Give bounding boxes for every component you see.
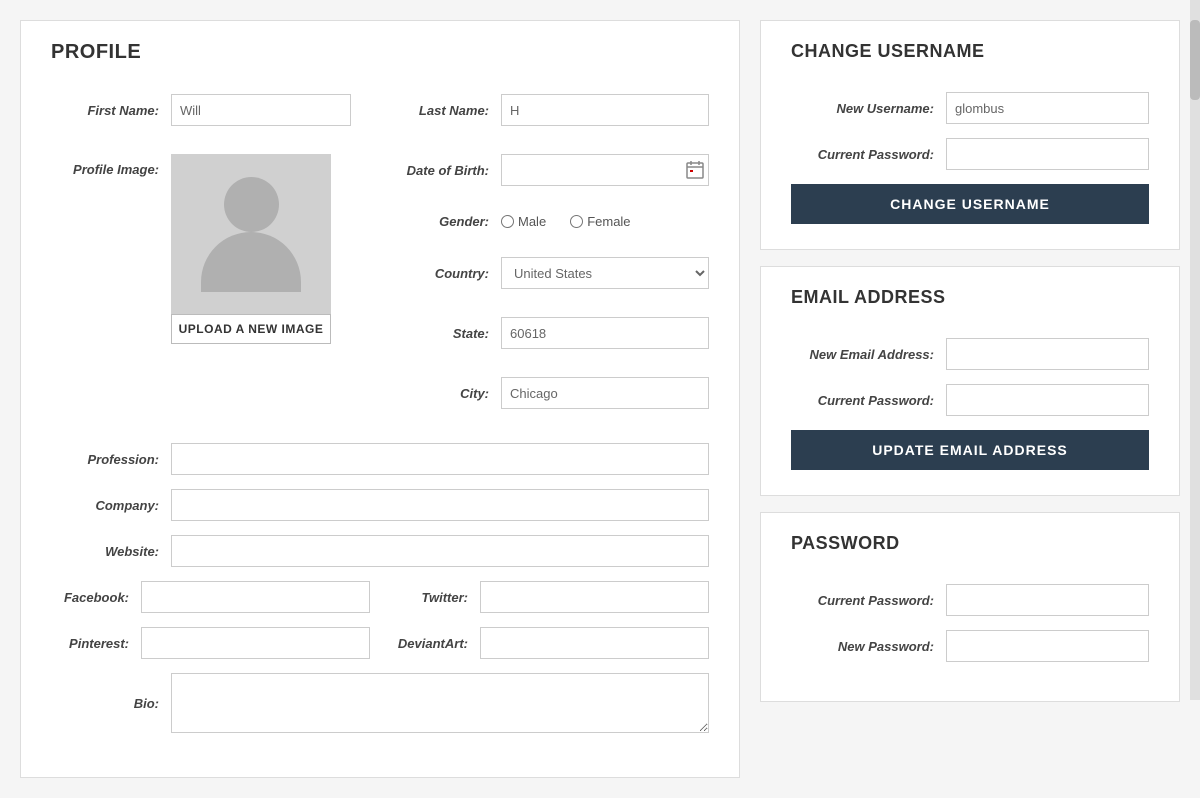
- pinterest-input[interactable]: [141, 627, 370, 659]
- deviantart-input[interactable]: [480, 627, 709, 659]
- dob-wrapper: [501, 154, 709, 186]
- profile-title: PROFILE: [51, 41, 709, 74]
- facebook-label: Facebook:: [51, 590, 141, 605]
- state-row: State:: [381, 317, 709, 349]
- first-name-row: First Name:: [51, 94, 351, 126]
- last-name-label: Last Name:: [381, 103, 501, 118]
- deviantart-label: DeviantArt:: [390, 636, 480, 651]
- email-address-title: EMAIL ADDRESS: [791, 287, 1149, 318]
- first-name-input[interactable]: [171, 94, 351, 126]
- profession-input[interactable]: [171, 443, 709, 475]
- last-name-input[interactable]: [501, 94, 709, 126]
- password-title: PASSWORD: [791, 533, 1149, 564]
- new-email-input[interactable]: [946, 338, 1149, 370]
- avatar-box: [171, 154, 331, 314]
- company-input[interactable]: [171, 489, 709, 521]
- new-email-label: New Email Address:: [791, 347, 946, 362]
- calendar-icon[interactable]: [685, 160, 705, 180]
- website-row: Website:: [51, 535, 709, 567]
- company-row: Company:: [51, 489, 709, 521]
- gender-row: Gender: Male Female: [381, 214, 709, 229]
- change-username-button[interactable]: CHANGE USERNAME: [791, 184, 1149, 224]
- right-panel: CHANGE USERNAME New Username: Current Pa…: [760, 20, 1180, 778]
- dob-label: Date of Birth:: [381, 163, 501, 178]
- gender-label: Gender:: [381, 214, 501, 229]
- gender-female-label: Female: [587, 214, 630, 229]
- avatar-body: [201, 232, 301, 292]
- social-row-1: Facebook: Twitter:: [51, 581, 709, 613]
- password-current-input[interactable]: [946, 584, 1149, 616]
- password-new-input[interactable]: [946, 630, 1149, 662]
- gender-female-option[interactable]: Female: [570, 214, 630, 229]
- dob-row: Date of Birth:: [381, 154, 709, 186]
- email-current-password-row: Current Password:: [791, 384, 1149, 416]
- gender-male-option[interactable]: Male: [501, 214, 546, 229]
- profession-label: Profession:: [51, 452, 171, 467]
- email-address-section: EMAIL ADDRESS New Email Address: Current…: [760, 266, 1180, 496]
- profile-panel: PROFILE First Name: Profile Image:: [20, 20, 740, 778]
- facebook-input[interactable]: [141, 581, 370, 613]
- new-email-row: New Email Address:: [791, 338, 1149, 370]
- profile-image-label: Profile Image:: [51, 162, 171, 177]
- avatar-container: UPLOAD A NEW IMAGE: [171, 154, 331, 344]
- new-username-row: New Username:: [791, 92, 1149, 124]
- twitter-label: Twitter:: [390, 590, 480, 605]
- password-section: PASSWORD Current Password: New Password:: [760, 512, 1180, 702]
- website-input[interactable]: [171, 535, 709, 567]
- profile-image-row: Profile Image: UPLOAD A NEW IMAGE: [51, 154, 351, 344]
- upload-image-button[interactable]: UPLOAD A NEW IMAGE: [171, 314, 331, 344]
- company-label: Company:: [51, 498, 171, 513]
- deviantart-half: DeviantArt:: [390, 627, 709, 659]
- bio-row: Bio:: [51, 673, 709, 733]
- username-current-password-row: Current Password:: [791, 138, 1149, 170]
- scrollbar-track: [1190, 0, 1200, 700]
- website-label: Website:: [51, 544, 171, 559]
- dob-input[interactable]: [501, 154, 709, 186]
- gender-male-radio[interactable]: [501, 215, 514, 228]
- pinterest-half: Pinterest:: [51, 627, 370, 659]
- password-current-label: Current Password:: [791, 593, 946, 608]
- gender-options: Male Female: [501, 214, 631, 229]
- first-name-label: First Name:: [51, 103, 171, 118]
- country-label: Country:: [381, 266, 501, 281]
- password-current-row: Current Password:: [791, 584, 1149, 616]
- state-label: State:: [381, 326, 501, 341]
- email-current-password-input[interactable]: [946, 384, 1149, 416]
- new-username-label: New Username:: [791, 101, 946, 116]
- username-current-password-input[interactable]: [946, 138, 1149, 170]
- username-current-password-label: Current Password:: [791, 147, 946, 162]
- twitter-input[interactable]: [480, 581, 709, 613]
- gender-female-radio[interactable]: [570, 215, 583, 228]
- password-new-label: New Password:: [791, 639, 946, 654]
- city-input[interactable]: [501, 377, 709, 409]
- state-input[interactable]: [501, 317, 709, 349]
- country-row: Country: United States Canada United Kin…: [381, 257, 709, 289]
- change-username-title: CHANGE USERNAME: [791, 41, 1149, 72]
- avatar-head: [224, 177, 279, 232]
- gender-male-label: Male: [518, 214, 546, 229]
- profession-row: Profession:: [51, 443, 709, 475]
- email-current-password-label: Current Password:: [791, 393, 946, 408]
- country-select[interactable]: United States Canada United Kingdom Aust…: [501, 257, 709, 289]
- new-username-input[interactable]: [946, 92, 1149, 124]
- facebook-half: Facebook:: [51, 581, 370, 613]
- city-label: City:: [381, 386, 501, 401]
- twitter-half: Twitter:: [390, 581, 709, 613]
- social-row-2: Pinterest: DeviantArt:: [51, 627, 709, 659]
- bio-label: Bio:: [51, 696, 171, 711]
- scrollbar-thumb[interactable]: [1190, 20, 1200, 100]
- bio-input[interactable]: [171, 673, 709, 733]
- password-new-row: New Password:: [791, 630, 1149, 662]
- update-email-button[interactable]: UPDATE EMAIL ADDRESS: [791, 430, 1149, 470]
- city-row: City:: [381, 377, 709, 409]
- pinterest-label: Pinterest:: [51, 636, 141, 651]
- avatar-figure: [201, 177, 301, 292]
- change-username-section: CHANGE USERNAME New Username: Current Pa…: [760, 20, 1180, 250]
- last-name-row: Last Name:: [381, 94, 709, 126]
